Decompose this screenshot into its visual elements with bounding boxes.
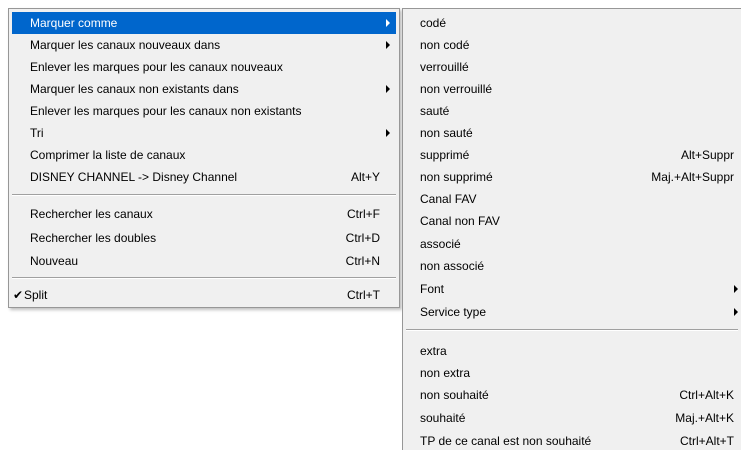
submenu-item-font[interactable]: Font: [406, 278, 738, 300]
submenu-item-not-deleted[interactable]: non supprimé Maj.+Alt+Suppr: [406, 166, 738, 188]
submenu-item-not-skipped[interactable]: non sauté: [406, 122, 738, 144]
menu-item-shortcut: Ctrl+T: [347, 288, 380, 302]
menu-item-shortcut: Maj.+Alt+Suppr: [651, 170, 734, 184]
menu-item-mark-as[interactable]: Marquer comme: [12, 12, 396, 34]
menu-item-label: non codé: [420, 38, 470, 52]
menu-item-label: extra: [420, 344, 447, 358]
menu-separator: [12, 277, 396, 279]
menu-item-label: supprimé: [420, 148, 470, 162]
menu-item-label: non sauté: [420, 126, 473, 140]
menu-separator: [12, 194, 396, 196]
submenu-item-deleted[interactable]: supprimé Alt+Suppr: [406, 144, 738, 166]
submenu-item-fav[interactable]: Canal FAV: [406, 188, 738, 210]
submenu-item-not-fav[interactable]: Canal non FAV: [406, 210, 738, 232]
menu-item-label: Rechercher les canaux: [30, 207, 153, 221]
menu-item-compress[interactable]: Comprimer la liste de canaux: [12, 144, 396, 166]
menu-item-label: sauté: [420, 104, 450, 118]
menu-item-shortcut: Ctrl+F: [347, 207, 380, 221]
menu-item-sort[interactable]: Tri: [12, 122, 396, 144]
menu-item-mark-nonexistent-in[interactable]: Marquer les canaux non existants dans: [12, 78, 396, 100]
menu-item-label: Nouveau: [30, 254, 79, 268]
menu-item-label: Service type: [420, 305, 487, 319]
menu-item-label: non verrouillé: [420, 82, 493, 96]
menu-item-label: TP de ce canal est non souhaité: [420, 434, 592, 448]
submenu-arrow-icon: [386, 41, 390, 49]
submenu-item-not-coded[interactable]: non codé: [406, 34, 738, 56]
submenu-mark-as: codé non codé verrouillé non verrouillé …: [402, 8, 741, 450]
menu-item-label: DISNEY CHANNEL -> Disney Channel: [30, 170, 238, 184]
menu-item-search-duplicates[interactable]: Rechercher les doubles Ctrl+D: [12, 227, 396, 249]
menu-item-label: associé: [420, 237, 461, 251]
submenu-item-not-extra[interactable]: non extra: [406, 362, 738, 384]
menu-item-label: Marquer les canaux nouveaux dans: [30, 38, 221, 52]
menu-item-label: verrouillé: [420, 60, 469, 74]
submenu-arrow-icon: [386, 19, 390, 27]
menu-item-label: Enlever les marques pour les canaux nouv…: [30, 60, 283, 74]
menu-item-shortcut: Alt+Suppr: [680, 148, 734, 162]
submenu-arrow-icon: [386, 85, 390, 93]
checkmark-icon: ✔: [13, 288, 24, 302]
submenu-item-service-type[interactable]: Service type: [406, 301, 738, 323]
submenu-item-associated[interactable]: associé: [406, 233, 738, 255]
menu-item-mark-new-in[interactable]: Marquer les canaux nouveaux dans: [12, 34, 396, 56]
submenu-item-unwanted[interactable]: non souhaité Ctrl+Alt+K: [406, 384, 738, 406]
menu-item-new[interactable]: Nouveau Ctrl+N: [12, 250, 396, 272]
submenu-item-not-associated[interactable]: non associé: [406, 255, 738, 277]
menu-item-label: non supprimé: [420, 170, 493, 184]
menu-item-label: Enlever les marques pour les canaux non …: [30, 104, 302, 118]
submenu-arrow-icon: [734, 285, 738, 293]
menu-item-shortcut: Maj.+Alt+K: [675, 411, 734, 425]
menu-item-search-channels[interactable]: Rechercher les canaux Ctrl+F: [12, 203, 396, 225]
submenu-item-not-locked[interactable]: non verrouillé: [406, 78, 738, 100]
menu-item-remove-nonexistent-marks[interactable]: Enlever les marques pour les canaux non …: [12, 100, 396, 122]
context-menu: Marquer comme Marquer les canaux nouveau…: [8, 8, 400, 308]
context-menu-stage: Marquer comme Marquer les canaux nouveau…: [0, 0, 741, 450]
menu-item-shortcut: Ctrl+D: [345, 231, 380, 245]
submenu-item-tp-unwanted[interactable]: TP de ce canal est non souhaité Ctrl+Alt…: [406, 430, 738, 450]
submenu-arrow-icon: [734, 308, 738, 316]
menu-item-shortcut: Alt+Y: [350, 170, 380, 184]
submenu-item-locked[interactable]: verrouillé: [406, 56, 738, 78]
menu-item-label: non associé: [420, 259, 485, 273]
menu-item-rename[interactable]: DISNEY CHANNEL -> Disney Channel Alt+Y: [12, 166, 396, 188]
menu-separator: [406, 329, 738, 331]
menu-item-label: Comprimer la liste de canaux: [30, 148, 186, 162]
menu-item-label: Canal FAV: [420, 192, 477, 206]
menu-item-label: non extra: [420, 366, 471, 380]
menu-item-label: souhaité: [420, 411, 466, 425]
menu-item-label: Marquer comme: [30, 16, 118, 30]
menu-item-shortcut: Ctrl+Alt+T: [679, 434, 734, 448]
menu-item-label: Rechercher les doubles: [30, 231, 157, 245]
menu-item-label: Split: [24, 288, 48, 302]
menu-item-label: Marquer les canaux non existants dans: [30, 82, 239, 96]
menu-item-label: codé: [420, 16, 447, 30]
submenu-item-skipped[interactable]: sauté: [406, 100, 738, 122]
menu-item-shortcut: Ctrl+Alt+K: [679, 388, 734, 402]
menu-item-split[interactable]: ✔ Split Ctrl+T: [12, 284, 396, 306]
menu-item-label: Tri: [30, 126, 44, 140]
menu-item-label: non souhaité: [420, 388, 489, 402]
menu-item-remove-new-marks[interactable]: Enlever les marques pour les canaux nouv…: [12, 56, 396, 78]
submenu-item-extra[interactable]: extra: [406, 340, 738, 362]
submenu-item-coded[interactable]: codé: [406, 12, 738, 34]
menu-item-label: Canal non FAV: [420, 214, 500, 228]
menu-item-label: Font: [420, 282, 445, 296]
submenu-arrow-icon: [386, 129, 390, 137]
menu-item-shortcut: Ctrl+N: [345, 254, 380, 268]
submenu-item-wanted[interactable]: souhaité Maj.+Alt+K: [406, 407, 738, 429]
